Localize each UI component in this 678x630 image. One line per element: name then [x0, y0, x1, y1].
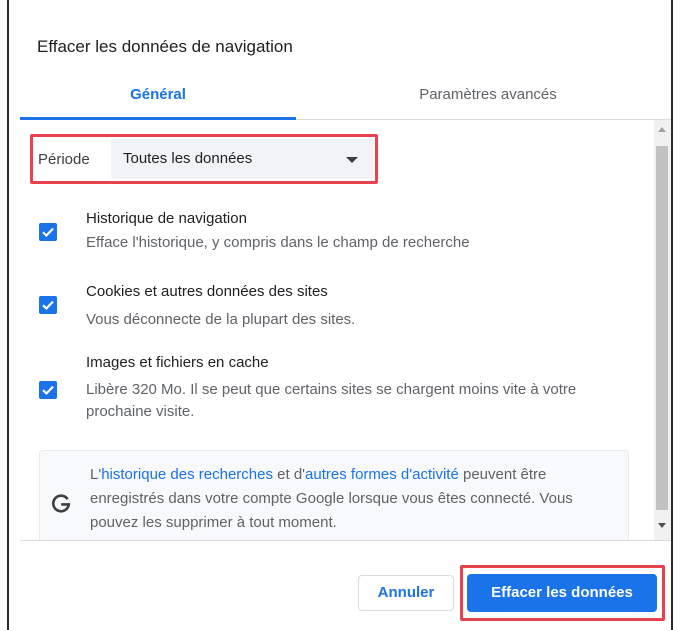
info-text-prefix: L' — [90, 466, 102, 483]
dialog-content: Période Toutes les données Historique de… — [20, 120, 652, 540]
item-desc-browsing-history: Efface l'historique, y compris dans le c… — [86, 234, 470, 251]
item-desc-cookies: Vous déconnecte de la plupart des sites. — [86, 311, 356, 328]
scrollbar-thumb[interactable] — [656, 146, 668, 510]
check-icon — [42, 300, 54, 311]
window-border-left — [7, 0, 9, 630]
dialog-title: Effacer les données de navigation — [37, 37, 293, 56]
footer-divider — [20, 540, 671, 541]
google-activity-info-box: L'historique des recherches et d'autres … — [39, 450, 629, 540]
scroll-down-arrow-icon[interactable] — [658, 523, 666, 528]
check-icon — [42, 385, 54, 396]
item-title-cached-images: Images et fichiers en cache — [86, 354, 269, 371]
clear-browsing-data-dialog: Effacer les données de navigation Généra… — [0, 0, 678, 630]
item-title-cookies: Cookies et autres données des sites — [86, 283, 328, 300]
search-history-link[interactable]: historique des recherches — [101, 466, 273, 483]
period-highlight-box — [30, 134, 378, 184]
google-g-icon — [51, 494, 71, 513]
tab-advanced-settings[interactable]: Paramètres avancés — [350, 86, 626, 106]
clear-data-button[interactable]: Effacer les données — [467, 574, 657, 612]
content-scrollbar[interactable] — [654, 120, 671, 540]
window-border-right — [671, 0, 673, 630]
info-text-middle: et d' — [272, 466, 306, 483]
cancel-button[interactable]: Annuler — [358, 575, 454, 611]
tab-general[interactable]: Général — [20, 86, 296, 106]
item-desc-cached-images: Libère 320 Mo. Il se peut que certains s… — [86, 381, 577, 420]
checkbox-browsing-history[interactable] — [39, 223, 57, 241]
other-activity-link[interactable]: autres formes d'activité — [305, 466, 459, 483]
check-icon — [42, 227, 54, 238]
item-title-browsing-history: Historique de navigation — [86, 210, 247, 227]
checkbox-cached-images[interactable] — [39, 381, 57, 399]
scroll-up-arrow-icon[interactable] — [658, 127, 666, 132]
info-text: L'historique des recherches et d'autres … — [90, 463, 610, 535]
checkbox-cookies[interactable] — [39, 296, 57, 314]
